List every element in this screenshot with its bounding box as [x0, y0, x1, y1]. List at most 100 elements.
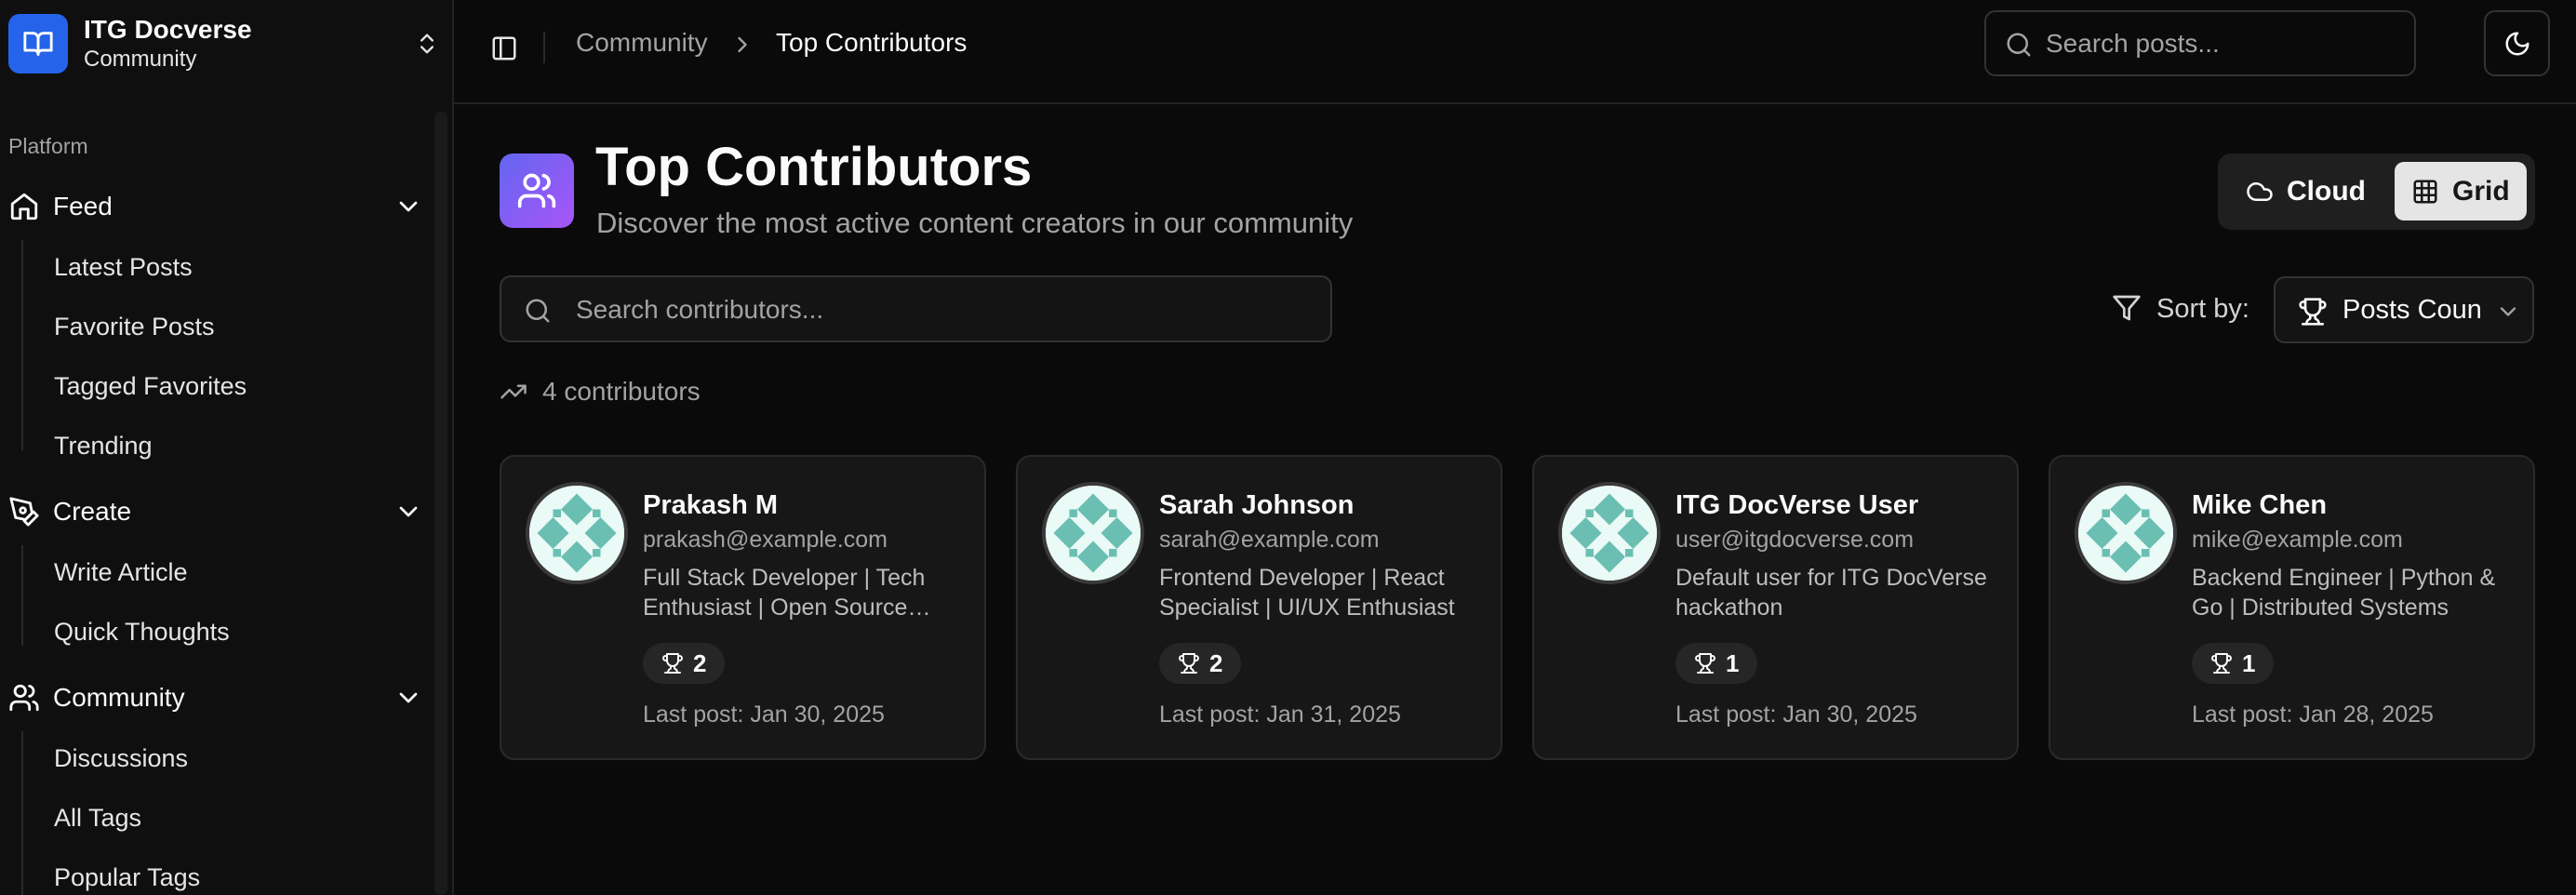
users-icon — [500, 154, 574, 228]
users-icon — [9, 684, 39, 712]
page-title: Top Contributors — [595, 137, 1033, 197]
trending-up-icon — [501, 384, 527, 399]
chevron-down-icon — [399, 692, 418, 703]
contributor-search-input[interactable] — [576, 290, 1311, 329]
contributor-count: 4 contributors — [500, 377, 701, 407]
sidebar-item-quick-thoughts[interactable]: Quick Thoughts — [54, 609, 230, 654]
section-label: Platform — [8, 134, 88, 158]
contributor-bio: Default user for ITG DocVerse hackathon — [1675, 565, 1987, 621]
trophy-icon — [1695, 653, 1715, 674]
sidebar-item-trending[interactable]: Trending — [54, 423, 153, 468]
chevrons-up-down-icon — [408, 25, 446, 62]
post-count: 1 — [2242, 648, 2256, 677]
home-icon — [10, 193, 38, 220]
brand-title: ITG Docverse — [84, 15, 252, 44]
book-open-icon — [8, 14, 68, 73]
nav-group-label: Create — [53, 497, 132, 526]
search-icon — [526, 299, 550, 323]
post-count: 1 — [1726, 648, 1740, 677]
contributor-card[interactable]: Prakash M prakash@example.com Full Stack… — [500, 455, 986, 760]
identicon — [529, 486, 624, 581]
filter-icon — [2113, 295, 2141, 321]
contributor-card[interactable]: Sarah Johnson sarah@example.com Frontend… — [1016, 455, 1502, 760]
chevron-down-icon — [399, 201, 418, 212]
panel-left-icon — [492, 36, 516, 60]
sidebar-scrollbar[interactable] — [434, 112, 447, 895]
contributor-card[interactable]: ITG DocVerse User user@itgdocverse.com D… — [1532, 455, 2019, 760]
nav-group-feed[interactable]: Feed — [0, 177, 434, 236]
avatar — [1558, 482, 1661, 584]
post-count-badge: 1 — [1675, 643, 1758, 684]
post-count: 2 — [693, 648, 707, 677]
view-toggle: Cloud Grid — [2218, 154, 2535, 230]
chevron-right-icon — [738, 36, 747, 53]
sidebar-item-write-article[interactable]: Write Article — [54, 550, 188, 594]
sort-value: Posts Count — [2342, 295, 2482, 325]
contributor-name: Mike Chen — [2192, 490, 2328, 520]
sidebar-item-all-tags[interactable]: All Tags — [54, 795, 141, 840]
divider — [21, 731, 23, 895]
brand-switcher[interactable]: ITG Docverse Community — [8, 12, 446, 75]
sidebar-item-latest-posts[interactable]: Latest Posts — [54, 245, 193, 289]
theme-toggle-button[interactable] — [2484, 10, 2550, 76]
trophy-icon — [2299, 298, 2327, 326]
contributor-bio: Full Stack Developer | Tech Enthusiast |… — [643, 565, 926, 621]
sidebar-item-tagged-favorites[interactable]: Tagged Favorites — [54, 364, 247, 408]
identicon — [1046, 486, 1141, 581]
app: ITG Docverse Community Platform Feed Lat… — [0, 0, 2576, 895]
breadcrumb-current: Top Contributors — [776, 28, 968, 57]
post-search[interactable] — [1984, 10, 2416, 76]
contributor-email: prakash@example.com — [643, 527, 888, 553]
contributor-email: sarah@example.com — [1159, 527, 1380, 553]
sort-select[interactable]: Posts Count — [2274, 276, 2534, 343]
sidebar-toggle-button[interactable] — [484, 28, 525, 69]
sort-label: Sort by: — [2156, 294, 2249, 324]
moon-icon — [2505, 32, 2529, 55]
avatar — [2075, 482, 2177, 584]
nav-group-community[interactable]: Community — [0, 668, 434, 728]
identicon — [1562, 486, 1657, 581]
post-count-badge: 1 — [2192, 643, 2275, 684]
contributor-bio: Backend Engineer | Python & Go | Distrib… — [2192, 565, 2496, 621]
divider — [21, 545, 23, 646]
contributor-search[interactable] — [500, 275, 1332, 342]
avatar — [526, 482, 628, 584]
last-post-date: Last post: Jan 31, 2025 — [1159, 701, 1401, 728]
contributor-card[interactable]: Mike Chen mike@example.com Backend Engin… — [2049, 455, 2535, 760]
breadcrumb-community[interactable]: Community — [576, 28, 708, 58]
grid-view-button[interactable]: Grid — [2395, 162, 2527, 220]
nav-group-label: Feed — [53, 192, 113, 220]
cloud-view-label: Cloud — [2287, 175, 2366, 207]
contributor-name: ITG DocVerse User — [1675, 490, 1919, 520]
sidebar-item-popular-tags[interactable]: Popular Tags — [54, 855, 200, 895]
sidebar-item-favorite-posts[interactable]: Favorite Posts — [54, 304, 215, 349]
last-post-date: Last post: Jan 30, 2025 — [643, 701, 885, 728]
identicon — [2078, 486, 2173, 581]
post-search-input[interactable] — [2046, 23, 2399, 64]
page-subtitle: Discover the most active content creator… — [596, 207, 1354, 239]
nav-group-create[interactable]: Create — [0, 482, 434, 541]
contributor-bio: Frontend Developer | React Specialist | … — [1159, 565, 1455, 621]
divider — [543, 32, 545, 63]
last-post-date: Last post: Jan 30, 2025 — [1675, 701, 1917, 728]
brand-subtitle: Community — [84, 47, 197, 72]
sidebar: ITG Docverse Community Platform Feed Lat… — [0, 0, 454, 895]
cloud-view-button[interactable]: Cloud — [2229, 162, 2387, 220]
last-post-date: Last post: Jan 28, 2025 — [2192, 701, 2434, 728]
chevron-down-icon — [2500, 307, 2516, 316]
post-count: 2 — [1209, 648, 1223, 677]
chevron-down-icon — [399, 506, 418, 517]
contributor-count-text: 4 contributors — [542, 377, 701, 406]
sidebar-item-discussions[interactable]: Discussions — [54, 736, 188, 781]
post-count-badge: 2 — [643, 643, 726, 684]
search-icon — [2007, 33, 2031, 57]
contributor-email: mike@example.com — [2192, 527, 2403, 553]
pen-tool-icon — [9, 497, 39, 527]
trophy-icon — [1179, 653, 1199, 674]
post-count-badge: 2 — [1159, 643, 1242, 684]
avatar — [1042, 482, 1144, 584]
divider — [21, 240, 23, 450]
grid-view-label: Grid — [2452, 175, 2510, 207]
nav-group-label: Community — [53, 683, 185, 712]
grid-icon — [2413, 180, 2437, 203]
